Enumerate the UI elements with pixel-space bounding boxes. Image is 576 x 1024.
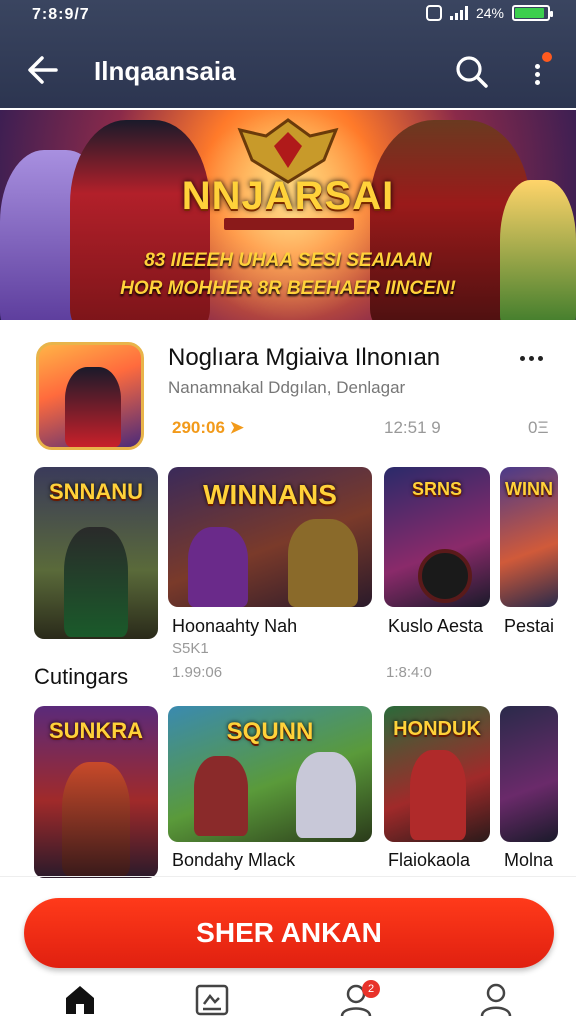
card-meta-left: 1.99:06 — [172, 664, 223, 681]
primary-action-button[interactable]: SHER ANKAN — [24, 898, 554, 968]
card-title: Hoonaahty Nah — [172, 616, 298, 636]
game-card[interactable]: SNNANU — [34, 467, 158, 639]
more-vertical-icon[interactable] — [522, 52, 552, 92]
game-card[interactable]: SRNS — [384, 467, 490, 607]
game-card[interactable]: HONDUK — [384, 706, 490, 842]
status-icons: 24% — [425, 5, 553, 21]
banner-line-1: 83 IIEEEH UHAA SESI SEAIAAN — [144, 250, 432, 271]
game-card[interactable]: WINN — [500, 467, 558, 607]
signal-icon — [449, 6, 468, 20]
card-art-title: WINNANS — [203, 479, 337, 510]
card-art-title: HONDUK — [393, 718, 481, 740]
card-meta-right: 1:8:4:0 — [386, 664, 432, 681]
card-title: Flaiokaola — [388, 850, 471, 870]
divider — [0, 876, 576, 877]
page-title: Ilnqaansaia — [94, 56, 236, 86]
game-card[interactable]: SQUNN — [168, 706, 372, 842]
notification-badge: 2 — [362, 980, 380, 998]
card-title: Kuslo Aesta — [388, 616, 484, 636]
profile-icon[interactable] — [476, 980, 516, 1020]
section-heading: Cutingars — [34, 664, 129, 689]
status-time: 7:8:9/7 — [32, 6, 90, 23]
game-card[interactable] — [500, 706, 558, 842]
featured-app-meta-2: 12:51 9 — [384, 418, 441, 437]
app-bar: Ilnqaansaia — [0, 40, 576, 102]
battery-percent: 24% — [475, 5, 504, 21]
card-art-title: WINN — [505, 479, 553, 499]
featured-app-icon[interactable] — [36, 342, 144, 450]
status-bar: 7:8:9/7 24% — [0, 0, 576, 32]
card-art-title: SQUNN — [226, 718, 314, 745]
game-card[interactable]: SUNKRA — [34, 706, 158, 878]
arrow-left-icon[interactable] — [22, 52, 66, 88]
card-title: Bondahy Mlack — [172, 850, 296, 870]
banner-line-2: HOR MOHHER 8R BEEHAER IINCEN! — [120, 278, 456, 299]
banner-ribbon — [224, 218, 354, 230]
home-icon[interactable] — [60, 980, 100, 1020]
card-art-title: SUNKRA — [48, 718, 144, 743]
featured-app-name[interactable]: Noglıara Mgiaiva Ilnonıan — [168, 344, 440, 372]
flame-icon: ➤ — [229, 418, 244, 437]
rotate-icon — [425, 5, 442, 21]
card-title: Molna — [504, 850, 554, 870]
featured-app-meta-3: 0Ξ — [528, 418, 549, 437]
search-icon[interactable] — [452, 52, 492, 92]
game-card[interactable]: WINNANS — [168, 467, 372, 607]
card-art-title: SRNS — [411, 479, 462, 499]
battery-icon — [512, 5, 553, 21]
card-subtitle: S5K1 — [172, 640, 209, 657]
featured-app-meta-1: 290:06 ➤ — [172, 418, 244, 437]
library-icon[interactable] — [192, 980, 232, 1020]
banner-title: NNJARSAI — [181, 174, 395, 218]
promo-banner[interactable]: NNJARSAI 83 IIEEEH UHAA SESI SEAIAAN HOR… — [0, 110, 576, 320]
card-art-title: SNNANU — [48, 479, 144, 504]
featured-app-developer: Nanamnakal Ddgılan, Denlagar — [168, 378, 406, 397]
users-icon[interactable]: 2 — [338, 980, 380, 1020]
top-bar: 7:8:9/7 24% Ilnqaansaia — [0, 0, 576, 108]
more-horizontal-icon[interactable] — [514, 346, 548, 370]
card-title: Pestai — [504, 616, 555, 636]
notification-dot — [542, 52, 552, 62]
bottom-nav: 2 — [0, 976, 576, 1024]
